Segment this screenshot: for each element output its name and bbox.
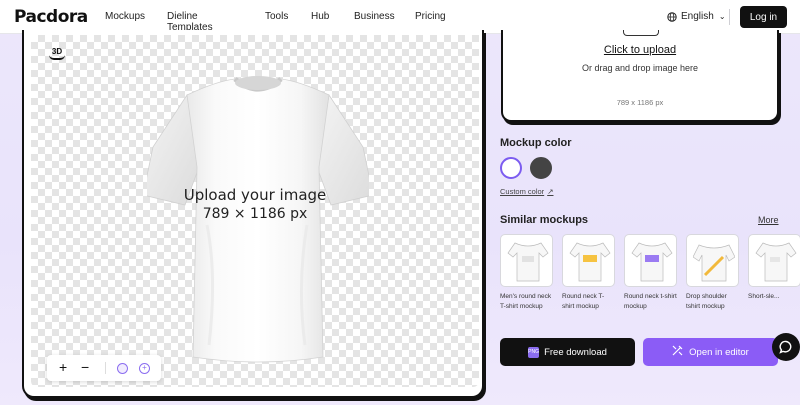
png-file-icon: PNG [528, 346, 540, 358]
mockup-thumbnail [624, 234, 677, 287]
add-view-icon[interactable]: + [139, 363, 150, 374]
3d-view-icon[interactable]: 3D [47, 47, 67, 63]
free-download-label: Free download [544, 346, 607, 358]
mockup-canvas[interactable]: 3D Upload your image 789 × 1186 px + − + [31, 35, 479, 387]
chat-button[interactable] [772, 333, 800, 361]
mockup-caption: Round neck T-shirt mockup [562, 293, 605, 310]
language-label: English [681, 11, 714, 22]
similar-mockup-card[interactable]: Round neck t-shirt mockup [624, 234, 677, 312]
logo[interactable]: Pacdora [14, 7, 88, 27]
mockup-thumbnail [686, 234, 739, 287]
editor-icon [672, 345, 683, 359]
drag-drop-hint: Or drag and drop image here [581, 63, 699, 73]
mockup-caption: Men's round neck T-shirt mockup [500, 293, 552, 310]
login-button[interactable]: Log in [740, 6, 787, 28]
nav-link-hub[interactable]: Hub [311, 11, 329, 22]
mockup-thumbnail [562, 234, 615, 287]
view-mode-icon[interactable] [117, 363, 128, 374]
arrow-up-right-icon: ↗ [547, 187, 554, 196]
mockup-canvas-panel: 3D Upload your image 789 × 1186 px + − + [22, 30, 484, 398]
mockup-thumbnail [500, 234, 553, 287]
custom-color-link[interactable]: Custom color ↗ [500, 187, 553, 196]
zoom-out-button[interactable]: − [81, 359, 89, 375]
nav-divider [729, 9, 730, 25]
color-swatch-dark[interactable] [530, 157, 552, 179]
similar-mockup-card[interactable]: Men's round neck T-shirt mockup [500, 234, 553, 312]
nav-link-pricing[interactable]: Pricing [415, 11, 446, 22]
similar-mockups-list: Men's round neck T-shirt mockup Round ne… [500, 234, 800, 314]
top-nav: Pacdora Mockups Dieline Templates Tools … [0, 0, 800, 34]
upload-placeholder-title: Upload your image [183, 186, 327, 204]
similar-mockup-card[interactable]: Round neck T-shirt mockup [562, 234, 615, 312]
chat-bubble-icon [779, 340, 792, 354]
zoom-toolbar: + − + [47, 355, 161, 381]
upload-icon [623, 30, 659, 36]
toolbar-divider [105, 362, 106, 374]
upload-placeholder-size: 789 × 1186 px [202, 206, 308, 222]
similar-mockups-title: Similar mockups [500, 214, 589, 226]
open-in-editor-label: Open in editor [689, 346, 749, 358]
globe-icon [667, 11, 677, 22]
more-link[interactable]: More [758, 215, 779, 225]
nav-link-mockups[interactable]: Mockups [105, 11, 145, 22]
open-in-editor-button[interactable]: Open in editor [643, 338, 778, 366]
upload-dropzone[interactable]: Click to upload Or drag and drop image h… [501, 30, 779, 122]
nav-link-tools[interactable]: Tools [265, 11, 288, 22]
click-to-upload-link[interactable]: Click to upload [503, 44, 777, 56]
zoom-in-button[interactable]: + [59, 359, 67, 375]
similar-mockup-card[interactable]: Drop shoulder tshirt mockup [686, 234, 739, 312]
mockup-caption: Round neck t-shirt mockup [624, 293, 677, 310]
mockup-color-title: Mockup color [500, 137, 572, 149]
custom-color-label: Custom color [500, 187, 545, 196]
mockup-caption: Short-sle... [748, 293, 780, 300]
nav-link-business[interactable]: Business [354, 11, 395, 22]
free-download-button[interactable]: PNG Free download [500, 338, 635, 366]
mockup-thumbnail [748, 234, 800, 287]
language-selector[interactable]: English ⌄ [667, 11, 726, 22]
upload-dimensions: 789 x 1186 px [616, 98, 664, 107]
color-swatch-white[interactable] [500, 157, 522, 179]
chevron-down-icon: ⌄ [718, 12, 726, 21]
similar-mockup-card[interactable]: Short-sle... [748, 234, 800, 302]
mockup-caption: Drop shoulder tshirt mockup [686, 293, 727, 310]
